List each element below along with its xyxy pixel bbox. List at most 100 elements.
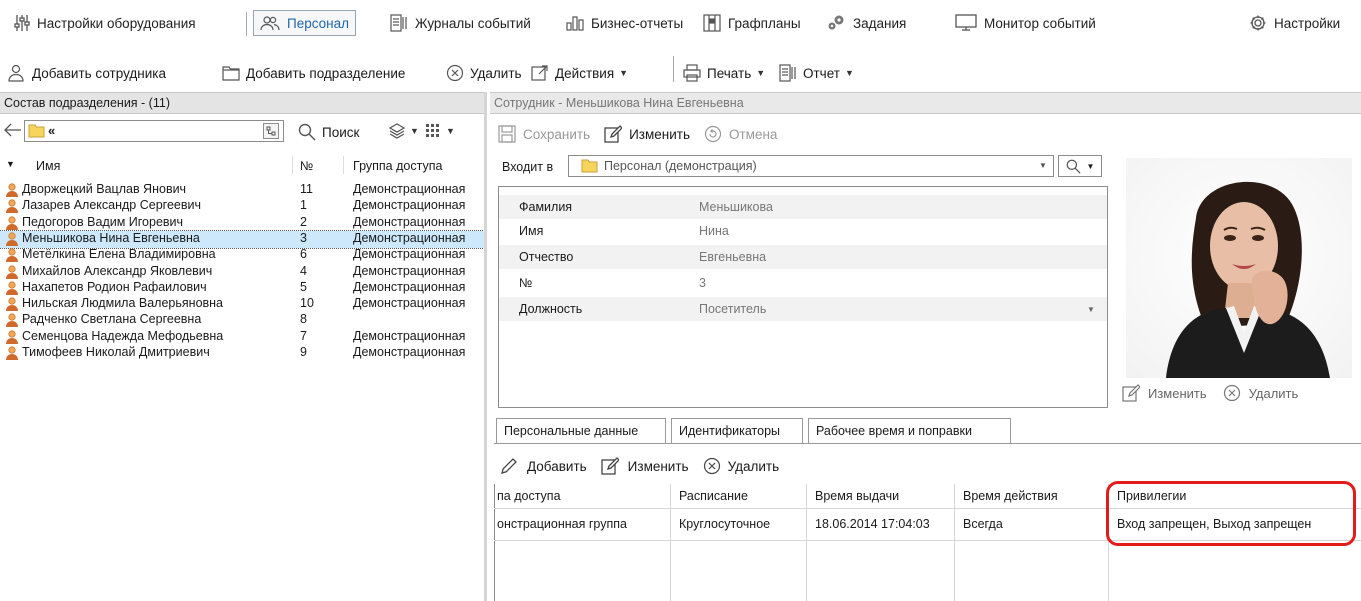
field-row-position: Должность Посетитель ▼ — [499, 297, 1107, 321]
nav-tasks[interactable]: Задания — [826, 10, 906, 36]
column-header-schedule[interactable]: Расписание — [679, 489, 748, 503]
nav-label: Монитор событий — [984, 15, 1096, 31]
layers-icon — [389, 123, 405, 139]
nav-schedules[interactable]: Графпланы — [703, 10, 801, 36]
nav-personnel[interactable]: Персонал — [253, 10, 356, 36]
list-item[interactable]: Семенцова Надежда Мефодьевна 7 Демонстраци… — [0, 329, 484, 346]
event-log-icon — [390, 14, 407, 32]
employee-number: 5 — [300, 279, 307, 294]
edit-button[interactable]: Изменить — [604, 125, 690, 143]
report-label: Отчет — [803, 65, 840, 81]
department-panel-title: Состав подразделения - (11) — [0, 92, 484, 114]
filter-dropdown[interactable]: ▼ — [389, 123, 419, 139]
belongs-to-search-button[interactable]: ▼ — [1058, 155, 1102, 177]
employee-name: Нильская Людмила Валерьяновна — [22, 296, 224, 311]
cell-schedule[interactable]: Круглосуточное — [679, 517, 770, 531]
list-item[interactable]: Педогоров Вадим Игоревич 2 Демонстрационна… — [0, 215, 484, 232]
add-department-button[interactable]: Добавить подразделение — [222, 62, 405, 84]
list-item[interactable]: Лазарев Александр Сергеевич 1 Демонстрацио… — [0, 198, 484, 215]
employee-card-title: Сотрудник - Меньшикова Нина Евгеньевна — [490, 92, 1361, 114]
photo-edit-button[interactable]: Изменить — [1122, 384, 1207, 402]
column-header-name[interactable]: Имя — [36, 159, 60, 173]
column-header-validity[interactable]: Время действия — [963, 489, 1058, 503]
field-row-name: Имя Нина — [499, 219, 1107, 243]
nav-label: Настройки оборудования — [37, 15, 196, 31]
tab-working-time[interactable]: Рабочее время и поправки — [808, 418, 1011, 444]
list-item[interactable]: Меньшикова Нина Евгеньевна 3 Демонстрацион… — [0, 229, 485, 249]
tree-picker-icon[interactable] — [263, 123, 279, 139]
cancel-button[interactable]: Отмена — [704, 125, 777, 143]
tab-identifiers[interactable]: Идентификаторы — [671, 418, 803, 444]
save-button[interactable]: Сохранить — [498, 125, 590, 143]
department-path-field[interactable]: « — [24, 120, 284, 142]
column-header-issue-time[interactable]: Время выдачи — [815, 489, 899, 503]
list-item[interactable]: Нахапетов Родион Рафаилович 5 Демонстрацио… — [0, 280, 484, 297]
print-dropdown[interactable]: Печать ▼ — [683, 62, 765, 84]
list-item[interactable]: Дворжецкий Вацлав Янович 11 Демонстрационн… — [0, 182, 484, 199]
nav-event-logs[interactable]: Журналы событий — [390, 10, 531, 36]
photo-edit-label: Изменить — [1148, 385, 1207, 401]
tab-personal-data[interactable]: Персональные данные — [496, 418, 666, 444]
employee-name: Меньшикова Нина Евгеньевна — [22, 230, 200, 245]
belongs-to-select[interactable]: Персонал (демонстрация) ▼ — [568, 155, 1054, 177]
edit-icon — [601, 457, 619, 475]
chevron-down-icon: ▼ — [1086, 161, 1095, 171]
nav-business-reports[interactable]: Бизнес-отчеты — [566, 10, 683, 36]
cell-validity[interactable]: Всегда — [963, 517, 1003, 531]
list-item[interactable]: Радченко Светлана Сергеевна 8 — [0, 312, 484, 329]
edit-identifier-button[interactable]: Изменить — [601, 457, 689, 475]
first-name-field[interactable]: Нина — [699, 224, 729, 238]
delete-button[interactable]: Удалить — [446, 62, 522, 84]
chevron-down-icon[interactable]: ▼ — [1087, 305, 1095, 314]
patronymic-field[interactable]: Евгеньевна — [699, 250, 766, 264]
nav-settings[interactable]: Настройки — [1249, 10, 1340, 36]
actions-dropdown[interactable]: Действия ▼ — [531, 62, 628, 84]
search-button[interactable]: Поиск — [298, 122, 359, 142]
cell-issue-time[interactable]: 18.06.2014 17:04:03 — [815, 517, 930, 531]
sort-desc-icon[interactable]: ▼ — [6, 159, 15, 169]
field-label: Отчество — [519, 250, 574, 264]
delete-label: Удалить — [470, 65, 522, 81]
nav-hardware-settings[interactable]: Настройки оборудования — [14, 10, 196, 36]
list-item[interactable]: Нильская Людмила Валерьяновна 10 Демонстра… — [0, 296, 484, 313]
action-toolbar: Добавить сотрудника Добавить подразделен… — [0, 54, 1361, 88]
report-icon — [779, 64, 796, 82]
gears-icon — [828, 15, 844, 30]
back-arrow-icon[interactable] — [4, 123, 22, 137]
nav-event-monitor[interactable]: Монитор событий — [955, 10, 1096, 36]
column-header-number[interactable]: № — [300, 159, 313, 173]
person-icon — [6, 313, 18, 328]
field-row-number: № 3 — [499, 271, 1107, 295]
list-item[interactable]: Михайлов Александр Яковлевич 4 Демонстраци… — [0, 264, 484, 281]
list-item[interactable]: Тимофеев Николай Дмитриевич 9 Демонстрацио… — [0, 345, 484, 362]
list-item[interactable]: Метёлкина Елена Владимировна 6 Демонстраци… — [0, 247, 484, 264]
photo-delete-button[interactable]: Удалить — [1223, 384, 1298, 402]
employee-number: 11 — [300, 182, 313, 196]
add-identifier-button[interactable]: Добавить — [500, 457, 587, 475]
column-header-group[interactable]: Группа доступа — [353, 159, 442, 173]
table-column: Время выдачи 18.06.2014 17:04:03 — [807, 484, 955, 601]
number-field[interactable]: 3 — [699, 276, 706, 290]
grid-view-icon — [426, 124, 439, 137]
print-label: Печать — [707, 65, 752, 81]
field-row-patronymic: Отчество Евгеньевна — [499, 245, 1107, 269]
add-employee-button[interactable]: Добавить сотрудника — [8, 62, 166, 84]
delete-icon — [1223, 384, 1240, 402]
employee-name: Дворжецкий Вацлав Янович — [22, 182, 187, 196]
delete-identifier-button[interactable]: Удалить — [703, 457, 779, 475]
panel-splitter[interactable] — [484, 92, 487, 601]
employee-group: Демонстрационная — [353, 182, 466, 196]
employee-name: Тимофеев Николай Дмитриевич — [22, 345, 210, 359]
nav-label: Бизнес-отчеты — [591, 15, 684, 31]
position-select[interactable]: Посетитель — [699, 302, 766, 316]
employee-group: Демонстрационная — [353, 230, 466, 245]
surname-field[interactable]: Меньшикова — [699, 200, 773, 214]
column-header-access-group[interactable]: па доступа — [497, 489, 561, 503]
employee-name: Семенцова Надежда Мефодьевна — [22, 328, 224, 343]
folder-icon — [581, 159, 598, 173]
chevron-down-icon: ▼ — [446, 126, 455, 136]
report-dropdown[interactable]: Отчет ▼ — [779, 62, 854, 84]
cell-access-group[interactable]: онстрационная группа — [497, 517, 627, 531]
view-mode-dropdown[interactable]: ▼ — [425, 123, 455, 139]
employee-number: 4 — [300, 263, 307, 278]
